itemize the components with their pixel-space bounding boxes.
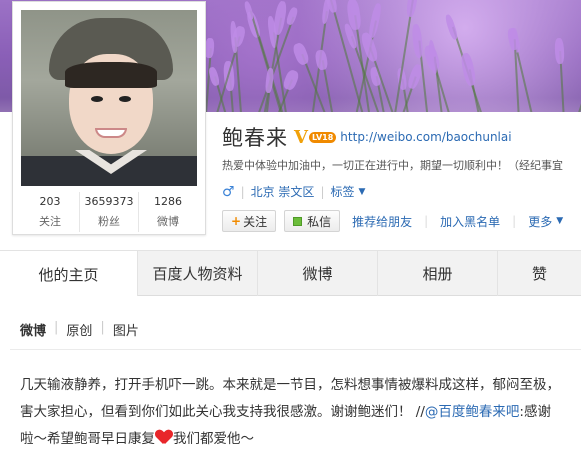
avatar-eye-left bbox=[91, 96, 103, 102]
lavender-blossom bbox=[411, 23, 425, 59]
profile-bio: 热爱中体验中加油中，一切正在进行中，期望一切顺利中！（经纪事宜 bbox=[222, 159, 563, 172]
avatar-hair bbox=[65, 62, 157, 88]
divider bbox=[10, 349, 581, 350]
stat-weibo-label: 微博 bbox=[157, 215, 179, 228]
lavender-blossom bbox=[207, 66, 220, 87]
triangle-down-icon[interactable]: ▼ bbox=[556, 216, 563, 226]
stat-fans-label: 粉丝 bbox=[98, 215, 120, 228]
more-link[interactable]: 更多 bbox=[528, 213, 552, 230]
heart-icon bbox=[156, 430, 172, 444]
message-icon bbox=[293, 216, 303, 226]
lavender-blossom bbox=[444, 13, 460, 41]
follow-button-label: 关注 bbox=[243, 214, 268, 229]
stat-weibo-count: 1286 bbox=[154, 195, 182, 208]
lavender-blossom bbox=[553, 37, 565, 65]
avatar[interactable] bbox=[21, 10, 197, 186]
profile-name: 鲍春来 bbox=[222, 126, 288, 150]
lavender-blossom bbox=[404, 0, 419, 19]
tab-likes[interactable]: 赞 bbox=[498, 251, 581, 296]
name-row: 鲍春来 V LV18 http://weibo.com/baochunlai bbox=[222, 122, 512, 152]
plus-icon: + bbox=[231, 214, 242, 228]
blacklist-link[interactable]: 加入黑名单 bbox=[440, 213, 500, 230]
filter-separator: | bbox=[54, 320, 59, 335]
lavender-blossom bbox=[285, 6, 299, 27]
post-line-1: 几天输液静养，打开手机吓一跳。本来就是一节目，怎料想事情被爆料成这样，郁闷至极， bbox=[20, 377, 560, 393]
post-line-2-text: 害大家担心，但看到你们如此关心我支持我很感激。谢谢鲍迷们！ // bbox=[20, 404, 425, 420]
tab-home[interactable]: 他的主页 bbox=[0, 251, 138, 297]
avatar-card: 203 关注 3659373 粉丝 1286 微博 bbox=[12, 1, 206, 235]
post-line-3-tail: 我们都爱他～ bbox=[173, 431, 254, 447]
level-badge[interactable]: LV18 bbox=[308, 131, 337, 143]
action-separator: | bbox=[512, 214, 517, 228]
tab-album[interactable]: 相册 bbox=[378, 251, 498, 296]
mention-link[interactable]: @百度鲍春来吧 bbox=[425, 404, 520, 420]
post-line-3-text: 啦～希望鲍哥早日康复 bbox=[20, 431, 155, 447]
feed: 微博 | 原创 | 图片 几天输液静养，打开手机吓一跳。本来就是一节目，怎料想事… bbox=[0, 296, 581, 457]
lavender-blossom bbox=[291, 42, 311, 68]
action-separator: | bbox=[424, 214, 429, 228]
tab-baidu-profile[interactable]: 百度人物资料 bbox=[138, 251, 258, 296]
lavender-blossom bbox=[243, 0, 255, 22]
lavender-blossom bbox=[204, 37, 215, 58]
recommend-link[interactable]: 推荐给朋友 bbox=[352, 213, 412, 230]
action-row: + 关注 私信 推荐给朋友 | 加入黑名单 | 更多 ▼ bbox=[222, 210, 563, 232]
stat-following[interactable]: 203 关注 bbox=[21, 192, 80, 232]
filter-weibo[interactable]: 微博 bbox=[20, 320, 46, 339]
profile-stats: 203 关注 3659373 粉丝 1286 微博 bbox=[21, 192, 197, 232]
avatar-mouth bbox=[95, 128, 127, 138]
verified-badge-icon[interactable]: V bbox=[294, 127, 308, 148]
stat-fans[interactable]: 3659373 粉丝 bbox=[80, 192, 139, 232]
lavender-blossom bbox=[367, 2, 383, 39]
triangle-down-icon[interactable]: ▼ bbox=[359, 187, 366, 197]
lavender-blossom bbox=[272, 0, 288, 36]
lavender-blossom bbox=[314, 49, 329, 72]
lavender-blossom bbox=[281, 68, 301, 92]
post-line-2-tail: :感谢 bbox=[519, 404, 551, 420]
stat-fans-count: 3659373 bbox=[84, 195, 134, 208]
tags-link[interactable]: 标签 bbox=[330, 183, 354, 200]
follow-button[interactable]: + 关注 bbox=[222, 210, 277, 232]
lavender-blossom bbox=[509, 28, 519, 51]
meta-separator: | bbox=[240, 184, 245, 199]
profile-tabs: 他的主页 百度人物资料 微博 相册 赞 bbox=[0, 250, 581, 297]
stat-weibo[interactable]: 1286 微博 bbox=[139, 192, 197, 232]
location-link[interactable]: 北京 崇文区 bbox=[251, 183, 315, 200]
meta-separator: | bbox=[320, 184, 325, 199]
tab-weibo[interactable]: 微博 bbox=[258, 251, 378, 296]
stat-following-label: 关注 bbox=[39, 215, 61, 228]
lavender-blossom bbox=[460, 52, 478, 88]
message-button[interactable]: 私信 bbox=[284, 210, 341, 232]
stat-following-count: 203 bbox=[39, 195, 61, 208]
post-line-3: 啦～希望鲍哥早日康复 我们都爱他～ bbox=[20, 426, 581, 453]
meta-row: ♂ | 北京 崇文区 | 标签 ▼ bbox=[222, 183, 365, 200]
post-line-2: 害大家担心，但看到你们如此关心我支持我很感激。谢谢鲍迷们！ //@百度鲍春来吧:… bbox=[20, 399, 581, 426]
message-button-label: 私信 bbox=[307, 214, 332, 229]
post-text: 几天输液静养，打开手机吓一跳。本来就是一节目，怎料想事情被爆料成这样，郁闷至极，… bbox=[20, 372, 581, 453]
male-icon: ♂ bbox=[222, 183, 235, 200]
avatar-eye-right bbox=[119, 96, 131, 102]
profile-url-link[interactable]: http://weibo.com/baochunlai bbox=[340, 130, 511, 144]
feed-filter: 微博 | 原创 | 图片 bbox=[20, 320, 139, 339]
filter-pictures[interactable]: 图片 bbox=[113, 320, 139, 339]
filter-original[interactable]: 原创 bbox=[66, 320, 92, 339]
filter-separator: | bbox=[100, 320, 105, 335]
